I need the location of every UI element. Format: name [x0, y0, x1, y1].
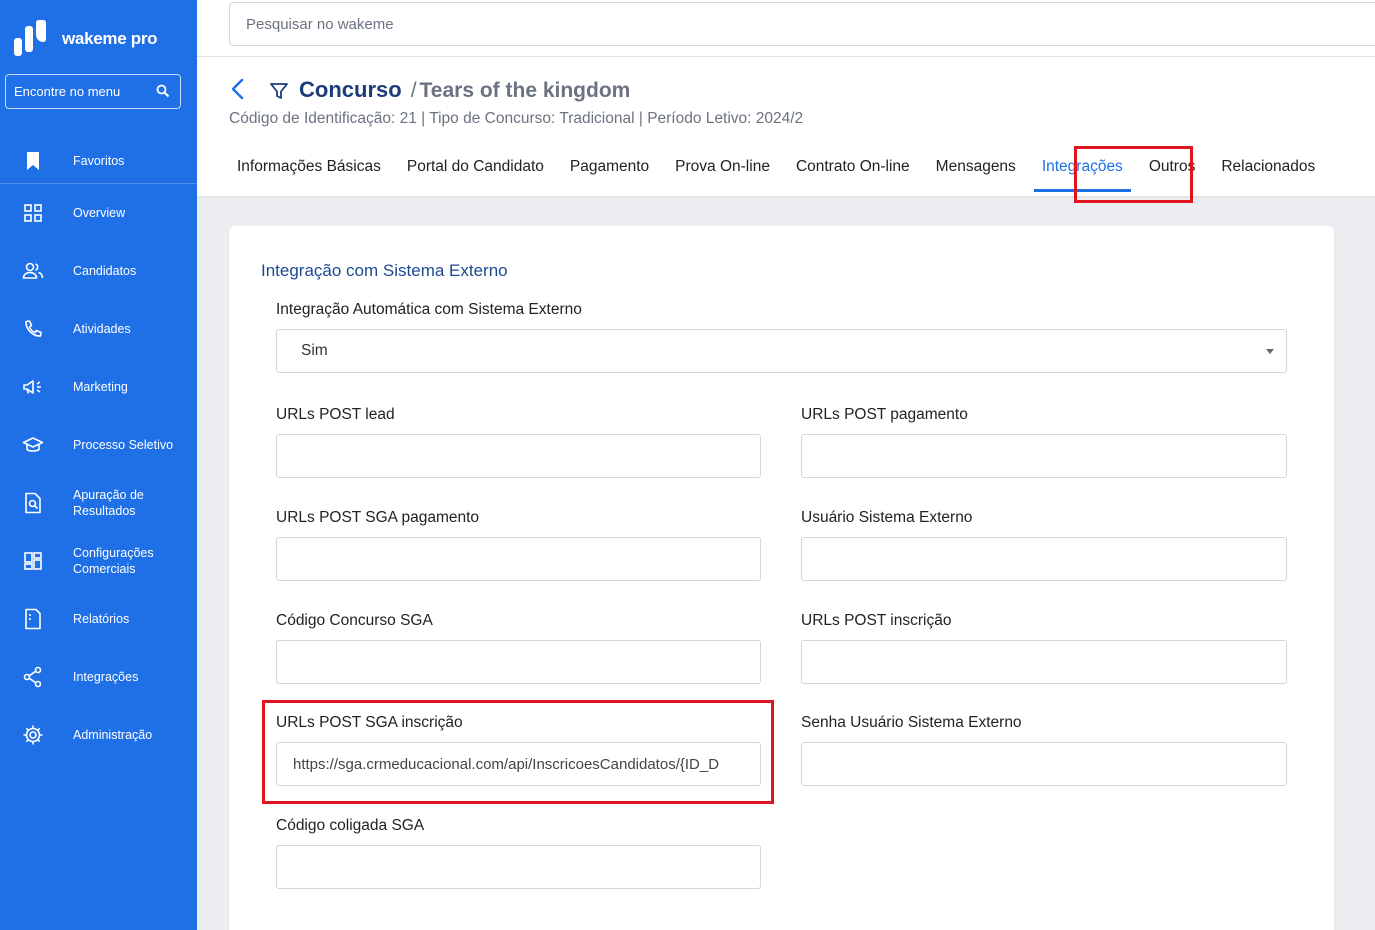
tab-pagamento[interactable]: Pagamento — [570, 153, 649, 195]
sidebar-item-processo-seletivo[interactable]: Processo Seletivo — [0, 423, 197, 467]
urls-post-lead-label: URLs POST lead — [276, 406, 395, 423]
graduation-cap-icon — [22, 434, 44, 456]
sidebar-item-label: Favoritos — [73, 153, 125, 168]
sidebar-item-marketing[interactable]: Marketing — [0, 365, 197, 409]
urls-post-sga-pagamento-field[interactable] — [276, 537, 761, 581]
global-search-input[interactable]: Pesquisar no wakeme — [229, 2, 1375, 46]
tab-relacionados[interactable]: Relacionados — [1221, 153, 1315, 195]
search-icon — [156, 84, 170, 98]
urls-post-pagamento-field[interactable] — [801, 434, 1287, 478]
codigo-coligada-sga-label: Código coligada SGA — [276, 817, 425, 834]
sidebar-item-atividades[interactable]: Atividades — [0, 307, 197, 351]
sidebar-item-label: Overview — [73, 206, 126, 220]
senha-usuario-sistema-externo-field[interactable] — [801, 742, 1287, 786]
chevron-down-icon — [1266, 349, 1274, 354]
phone-icon — [22, 318, 44, 340]
sidebar-item-label: Candidatos — [73, 264, 137, 278]
sidebar-item-label: Apuração de Resultados — [73, 488, 144, 518]
page-title: Concurso / Tears of the kingdom — [299, 77, 630, 103]
report-icon — [22, 608, 44, 630]
codigo-concurso-sga-field[interactable] — [276, 640, 761, 684]
highlight-box-field — [262, 700, 774, 804]
urls-post-pagamento-label: URLs POST pagamento — [801, 406, 968, 423]
urls-post-sga-pagamento-label: URLs POST SGA pagamento — [276, 509, 480, 526]
title-separator: / — [410, 79, 417, 102]
sidebar-item-integracoes[interactable]: Integrações — [0, 655, 197, 699]
tab-portal-do-candidato[interactable]: Portal do Candidato — [407, 153, 544, 195]
tab-informacoes-basicas[interactable]: Informações Básicas — [237, 153, 381, 195]
megaphone-icon — [22, 376, 44, 398]
entity-type-title[interactable]: Concurso — [299, 77, 402, 103]
layout-grid-icon — [22, 550, 44, 572]
record-info: Código de Identificação: 21 | Tipo de Co… — [229, 110, 804, 127]
menu-search-placeholder: Encontre no menu — [14, 84, 121, 99]
sidebar-item-overview[interactable]: Overview — [0, 191, 197, 235]
filter-icon[interactable] — [269, 81, 289, 101]
usuario-sistema-externo-field[interactable] — [801, 537, 1287, 581]
sidebar-item-label: Marketing — [73, 380, 128, 394]
share-icon — [22, 666, 44, 688]
grid-icon — [22, 202, 44, 224]
auto-integration-value: Sim — [301, 342, 328, 359]
sidebar-item-candidatos[interactable]: Candidatos — [0, 249, 197, 293]
integration-form-card: Integração com Sistema Externo Integraçã… — [229, 226, 1334, 930]
tab-prova-online[interactable]: Prova On-line — [675, 153, 770, 195]
brand-logo[interactable]: wakeme pro — [14, 20, 158, 58]
record-header: Concurso / Tears of the kingdom Código d… — [197, 57, 1375, 203]
top-bar: Pesquisar no wakeme — [197, 0, 1375, 57]
sidebar-item-relatorios[interactable]: Relatórios — [0, 597, 197, 641]
sidebar-item-label: Atividades — [73, 322, 131, 336]
highlight-box-tab — [1074, 146, 1193, 203]
brand-name: wakeme pro — [62, 29, 158, 48]
sidebar-item-label: Relatórios — [73, 612, 130, 626]
document-search-icon — [22, 492, 44, 514]
users-icon — [22, 260, 44, 282]
urls-post-inscricao-label: URLs POST inscrição — [801, 612, 952, 629]
record-name: Tears of the kingdom — [419, 79, 631, 102]
logo-icon — [14, 20, 48, 58]
section-title: Integração com Sistema Externo — [261, 261, 508, 280]
urls-post-lead-field[interactable] — [276, 434, 761, 478]
global-search-placeholder: Pesquisar no wakeme — [246, 15, 394, 33]
usuario-sistema-externo-label: Usuário Sistema Externo — [801, 509, 973, 526]
tab-contrato-online[interactable]: Contrato On-line — [796, 153, 910, 195]
sidebar-item-configuracoes-comerciais[interactable]: Configurações Comerciais — [0, 539, 197, 583]
bookmark-icon — [22, 150, 44, 172]
sidebar-item-label: Processo Seletivo — [73, 438, 174, 452]
auto-integration-select[interactable]: Sim — [276, 329, 1287, 373]
sidebar-item-label: Configurações Comerciais — [73, 546, 154, 576]
back-arrow-icon[interactable] — [229, 77, 247, 101]
codigo-coligada-sga-field[interactable] — [276, 845, 761, 889]
gear-icon — [22, 724, 44, 746]
senha-usuario-sistema-externo-label: Senha Usuário Sistema Externo — [801, 714, 1022, 731]
codigo-concurso-sga-label: Código Concurso SGA — [276, 612, 433, 629]
urls-post-inscricao-field[interactable] — [801, 640, 1287, 684]
sidebar-item-favoritos[interactable]: Favoritos — [0, 138, 197, 184]
sidebar-item-apuracao-resultados[interactable]: Apuração de Resultados — [0, 481, 197, 525]
sidebar-item-label: Integrações — [73, 670, 139, 684]
sidebar: wakeme pro Encontre no menu Favoritos Ov… — [0, 0, 197, 930]
auto-integration-label: Integração Automática com Sistema Extern… — [276, 301, 582, 318]
tab-mensagens[interactable]: Mensagens — [936, 153, 1016, 195]
sidebar-item-label: Administração — [73, 728, 153, 742]
sidebar-item-administracao[interactable]: Administração — [0, 713, 197, 757]
menu-search-input[interactable]: Encontre no menu — [5, 74, 181, 109]
